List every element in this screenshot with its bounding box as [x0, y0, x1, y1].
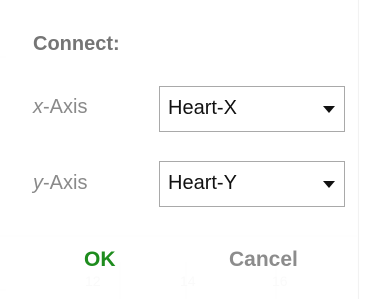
y-axis-selected-value: Heart-Y — [168, 172, 237, 194]
dropdown-arrow-icon — [323, 181, 335, 188]
x-axis-selected-value: Heart-X — [168, 97, 237, 119]
y-axis-label-suffix: -Axis — [43, 172, 88, 194]
x-axis-label: x-Axis — [33, 96, 87, 119]
x-axis-label-suffix: -Axis — [43, 96, 88, 118]
x-axis-variable: x — [33, 96, 43, 118]
y-axis-select[interactable]: Heart-Y — [159, 161, 345, 207]
dialog-title: Connect: — [33, 33, 120, 55]
x-axis-select[interactable]: Heart-X — [159, 86, 345, 132]
y-axis-variable: y — [33, 172, 43, 194]
y-axis-label: y-Axis — [33, 172, 87, 195]
ok-button[interactable]: OK — [84, 248, 116, 272]
connect-dialog: Connect: x-Axis Heart-X y-Axis Heart-Y O… — [0, 0, 358, 299]
dropdown-arrow-icon — [323, 106, 335, 113]
cancel-button[interactable]: Cancel — [229, 248, 298, 272]
